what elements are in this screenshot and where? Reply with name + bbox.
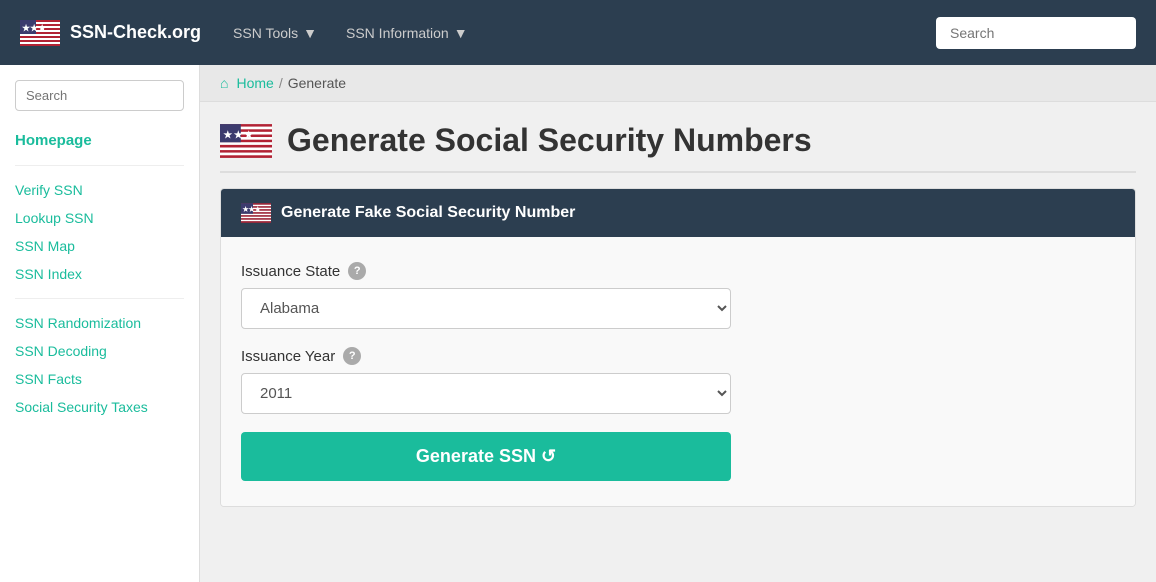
navbar: ★★★ SSN-Check.org SSN Tools ▼ SSN Inform…: [0, 0, 1156, 65]
svg-text:★★★: ★★★: [223, 128, 254, 141]
sidebar-item-ssn-map[interactable]: SSN Map: [15, 232, 184, 260]
svg-text:★★★: ★★★: [22, 23, 47, 33]
sidebar-item-social-security-taxes[interactable]: Social Security Taxes: [15, 393, 184, 421]
sidebar-item-ssn-decoding[interactable]: SSN Decoding: [15, 337, 184, 365]
flag-icon: ★★★: [20, 20, 60, 46]
sidebar-item-verify-ssn[interactable]: Verify SSN: [15, 176, 184, 204]
sidebar-item-homepage[interactable]: Homepage: [15, 126, 184, 155]
form-card: ★★★ Generate Fake Social Security Number…: [220, 188, 1136, 507]
issuance-year-label: Issuance Year ?: [241, 347, 1115, 365]
dropdown-arrow-icon2: ▼: [454, 25, 468, 41]
issuance-state-help-icon[interactable]: ?: [348, 262, 366, 280]
sidebar-nav: Homepage Verify SSN Lookup SSN SSN Map S…: [15, 126, 184, 421]
card-flag-icon: ★★★: [241, 203, 271, 223]
issuance-state-label: Issuance State ?: [241, 262, 1115, 280]
sidebar-divider-2: [15, 298, 184, 299]
page-flag-icon: ★★★: [220, 124, 272, 158]
issuance-state-group: Issuance State ? Alabama Alaska Arizona …: [241, 262, 1115, 329]
breadcrumb-current: Generate: [288, 75, 346, 91]
breadcrumb-home-link[interactable]: Home: [236, 75, 273, 91]
page-title-row: ★★★ Generate Social Security Numbers: [220, 122, 1136, 173]
breadcrumb-separator: /: [279, 75, 283, 91]
svg-text:★★★: ★★★: [243, 206, 262, 214]
page-title: Generate Social Security Numbers: [287, 122, 812, 159]
breadcrumb: ⌂ Home / Generate: [200, 65, 1156, 102]
sidebar-item-ssn-randomization[interactable]: SSN Randomization: [15, 309, 184, 337]
nav-links: SSN Tools ▼ SSN Information ▼: [221, 17, 916, 49]
brand-logo[interactable]: ★★★ SSN-Check.org: [20, 20, 201, 46]
sidebar-item-ssn-facts[interactable]: SSN Facts: [15, 365, 184, 393]
nav-search-input[interactable]: [936, 17, 1136, 49]
sidebar-item-ssn-index[interactable]: SSN Index: [15, 260, 184, 288]
ssn-tools-menu[interactable]: SSN Tools ▼: [221, 17, 329, 49]
content-area: ★★★ Generate Social Security Numbers: [200, 102, 1156, 527]
page-body: Homepage Verify SSN Lookup SSN SSN Map S…: [0, 65, 1156, 582]
sidebar-search-input[interactable]: [15, 80, 184, 111]
sidebar: Homepage Verify SSN Lookup SSN SSN Map S…: [0, 65, 200, 582]
form-card-body: Issuance State ? Alabama Alaska Arizona …: [221, 237, 1135, 506]
card-header-title: Generate Fake Social Security Number: [281, 204, 575, 222]
issuance-state-select[interactable]: Alabama Alaska Arizona Arkansas Californ…: [241, 288, 731, 329]
generate-ssn-button[interactable]: Generate SSN ↺: [241, 432, 731, 481]
sidebar-item-lookup-ssn[interactable]: Lookup SSN: [15, 204, 184, 232]
home-icon: ⌂: [220, 75, 228, 91]
dropdown-arrow-icon: ▼: [303, 25, 317, 41]
sidebar-divider-1: [15, 165, 184, 166]
issuance-year-help-icon[interactable]: ?: [343, 347, 361, 365]
issuance-year-group: Issuance Year ? 2011 2010 2009 2008 2007…: [241, 347, 1115, 414]
brand-name: SSN-Check.org: [70, 22, 201, 43]
nav-search-container: [936, 17, 1136, 49]
sidebar-search-container: [15, 80, 184, 111]
main-content: ⌂ Home / Generate: [200, 65, 1156, 582]
form-card-header: ★★★ Generate Fake Social Security Number: [221, 189, 1135, 237]
ssn-information-menu[interactable]: SSN Information ▼: [334, 17, 480, 49]
issuance-year-select[interactable]: 2011 2010 2009 2008 2007 2006 2005 2004 …: [241, 373, 731, 414]
